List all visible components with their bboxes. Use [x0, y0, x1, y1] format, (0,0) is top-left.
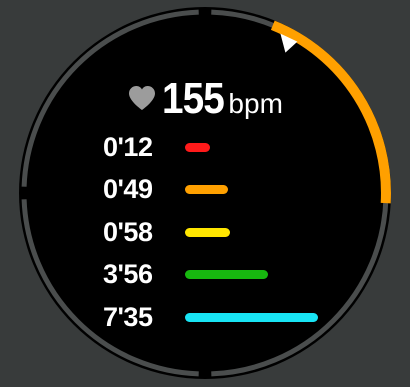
watch-screen: 155 bpm 0'12 0'49 0'58 3'56 7'35 [0, 0, 410, 387]
zone-row: 0'49 [103, 172, 228, 206]
zone-time: 0'58 [103, 216, 153, 247]
zone-bar [185, 312, 318, 322]
zone-bar [185, 269, 268, 279]
zone-time: 0'12 [103, 131, 153, 162]
zone-bar [185, 142, 210, 152]
heart-rate-readout: 155 bpm [128, 74, 283, 124]
heart-icon [129, 86, 155, 110]
zone-time: 3'56 [103, 258, 153, 289]
zone-row: 0'12 [103, 130, 210, 164]
zone-bar [185, 227, 230, 237]
zone-row: 3'56 [103, 257, 268, 291]
zone-time: 0'49 [103, 173, 153, 204]
zone-bar [185, 184, 228, 194]
heart-rate-unit: bpm [228, 88, 283, 119]
heart-rate-value: 155 [162, 74, 225, 123]
zone-row: 0'58 [103, 215, 230, 249]
zone-row: 7'35 [103, 300, 318, 334]
zone-time: 7'35 [103, 301, 153, 332]
